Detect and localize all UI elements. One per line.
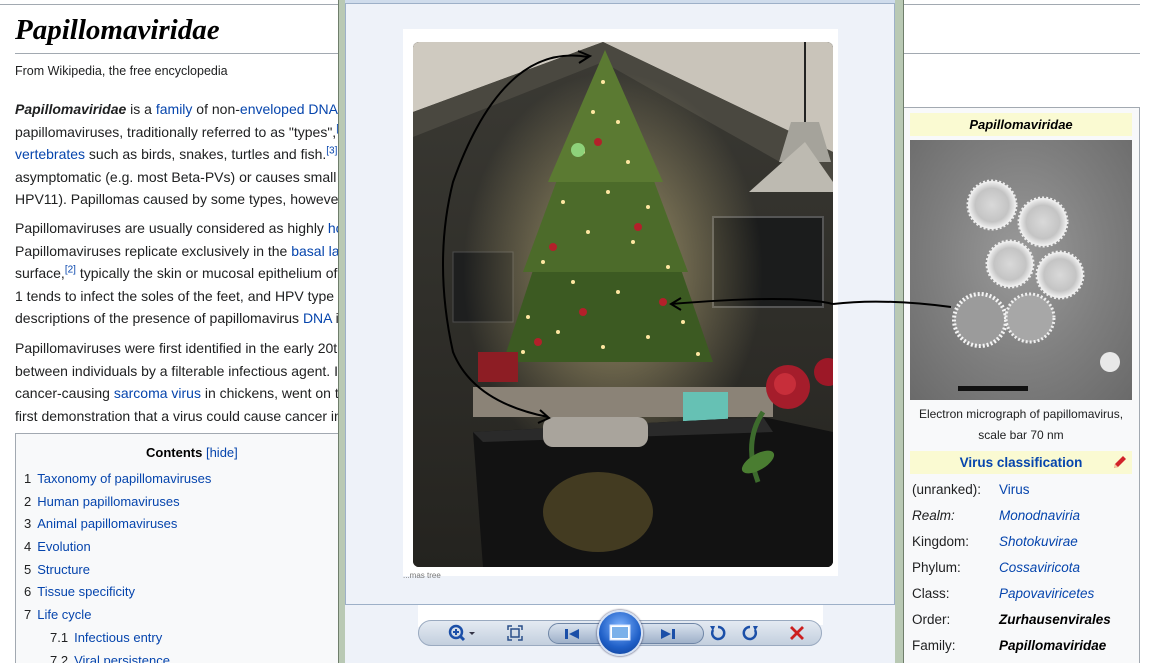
- rotate-counterclockwise-button[interactable]: [706, 623, 728, 643]
- annotation-arrow: [833, 300, 952, 308]
- toc-item[interactable]: 7 Life cycle: [24, 604, 354, 627]
- classification-row: Realm: Monodnaviria: [912, 508, 1081, 523]
- christmas-tree-photo[interactable]: [413, 42, 833, 567]
- citation-2[interactable]: [2]: [65, 264, 76, 275]
- link-family[interactable]: family: [156, 101, 193, 117]
- link-enveloped-dna[interactable]: enveloped DNA: [240, 101, 338, 117]
- classification-row: (unranked): Virus: [912, 482, 1030, 497]
- link-sarcoma-virus[interactable]: sarcoma virus: [114, 385, 201, 401]
- toc-subitem[interactable]: 7.1 Infectious entry: [24, 627, 354, 650]
- zoom-button[interactable]: [446, 623, 478, 643]
- toc-list: 1 Taxonomy of papillomaviruses 2 Human pap…: [24, 468, 354, 663]
- citation-3[interactable]: [3]: [326, 145, 337, 156]
- link-vertebrates[interactable]: vertebrates: [15, 146, 85, 162]
- classification-row: Family: Papillomaviridae: [912, 638, 1107, 653]
- infobox: Papillomaviridae Electron micrograph of …: [903, 107, 1140, 663]
- toc-hide-link[interactable]: [hide]: [206, 445, 238, 460]
- christmas-tree-scene: [413, 42, 833, 567]
- rotate-counterclockwise-icon: [710, 625, 726, 641]
- zoom-icon: [448, 624, 475, 642]
- fit-to-window-button[interactable]: [505, 623, 525, 643]
- electron-micrograph-image[interactable]: [910, 140, 1132, 400]
- classification-row: Kingdom: Shotokuvirae: [912, 534, 1078, 549]
- image-caption: Electron micrograph of papillomavirus, s…: [918, 407, 1124, 442]
- photo-viewer-titlebar[interactable]: [345, 0, 895, 4]
- paragraph-history: Papillomaviruses were first identified i…: [15, 340, 345, 424]
- link-basal-layer[interactable]: basal la: [291, 243, 339, 259]
- rotate-clockwise-button[interactable]: [740, 623, 762, 643]
- previous-icon: [565, 628, 579, 639]
- link-dna[interactable]: DNA: [303, 310, 332, 326]
- toc-item[interactable]: 5 Structure: [24, 559, 354, 582]
- classification-row: Phylum: Cossaviricota: [912, 560, 1081, 575]
- toc-subitem[interactable]: 7.2 Viral persistence: [24, 650, 354, 663]
- toc-item[interactable]: 3 Animal papillomaviruses: [24, 513, 354, 536]
- next-button[interactable]: [656, 624, 680, 643]
- delete-icon: [790, 626, 804, 640]
- classification-rows: (unranked): Virus Realm: Monodnaviria King…: [912, 477, 1134, 659]
- infobox-title: Papillomaviridae: [910, 113, 1132, 136]
- next-icon: [661, 628, 675, 639]
- previous-button[interactable]: [560, 624, 584, 643]
- paragraph-intro: Papillomaviridae is a family of non-enve…: [15, 101, 339, 207]
- delete-button[interactable]: [786, 623, 808, 643]
- toc-item[interactable]: 1 Taxonomy of papillomaviruses: [24, 468, 354, 491]
- virus-classification-link[interactable]: Virus classification: [960, 455, 1083, 470]
- toc-item[interactable]: 2 Human papillomaviruses: [24, 491, 354, 514]
- rotate-clockwise-icon: [742, 625, 758, 641]
- slideshow-button[interactable]: [597, 610, 643, 656]
- page-title: Papillomaviridae: [15, 14, 220, 46]
- toc-title: Contents [hide]: [146, 445, 238, 460]
- classification-row: Order: Zurhausenvirales: [912, 612, 1111, 627]
- classification-row: Class: Papovaviricetes: [912, 586, 1095, 601]
- photo-caption: ...mas tree: [403, 571, 441, 580]
- virus-particles-graphic: [952, 179, 1120, 391]
- toc-item[interactable]: 6 Tissue specificity: [24, 581, 354, 604]
- paragraph-host: Papillomaviruses are usually considered …: [15, 220, 344, 326]
- toc-item[interactable]: 4 Evolution: [24, 536, 354, 559]
- slideshow-icon: [609, 624, 631, 641]
- bold-term: Papillomaviridae: [15, 101, 127, 117]
- virus-classification-header: Virus classification: [910, 451, 1132, 474]
- edit-pencil-icon[interactable]: [1112, 454, 1128, 470]
- fit-to-window-icon: [507, 625, 523, 641]
- tagline: From Wikipedia, the free encyclopedia: [15, 64, 228, 78]
- table-of-contents: Contents [hide] 1 Taxonomy of papillomavi…: [15, 433, 360, 663]
